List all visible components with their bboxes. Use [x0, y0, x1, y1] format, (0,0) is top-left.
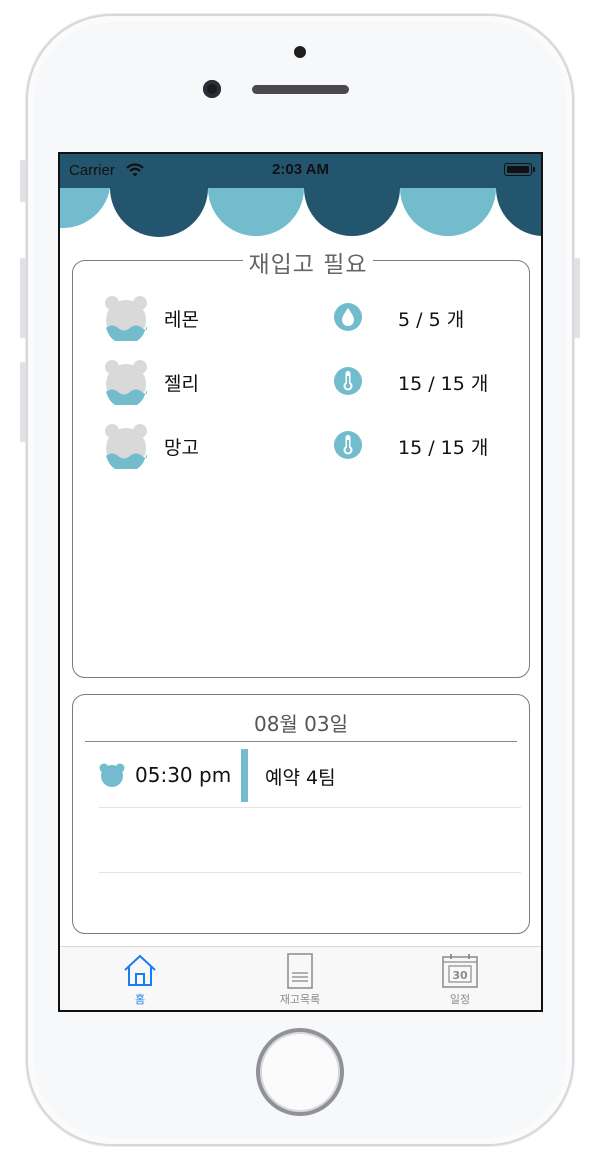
tab-label: 홈 [134, 993, 146, 1006]
thermometer-icon [334, 431, 362, 459]
restock-panel: 재입고 필요 레몬 5 / 5 개 젤리 15 / 15 개 망고 15 / 1… [72, 245, 530, 678]
item-count: 5 / 5 개 [398, 309, 465, 331]
schedule-accent-bar [241, 749, 248, 802]
schedule-date: 08월 03일 [253, 712, 349, 736]
restock-title: 재입고 필요 [243, 245, 373, 279]
item-count: 15 / 15 개 [398, 437, 489, 459]
tab-label: 재고목록 [279, 993, 321, 1006]
front-camera [203, 80, 221, 98]
empty-schedule-row [99, 808, 521, 873]
bear-icon [105, 424, 148, 469]
stock-item-row[interactable]: 망고 15 / 15 개 [73, 421, 529, 471]
app-screen: Carrier 2:03 AM 재입고 필요 레몬 5 / 5 개 젤리 15 … [58, 152, 543, 1012]
bear-icon [105, 296, 148, 341]
volume-down-button [20, 362, 26, 442]
schedule-time: 05:30 pm [135, 763, 232, 787]
stock-item-row[interactable]: 젤리 15 / 15 개 [73, 357, 529, 407]
tab-bar: 홈 재고목록 30 일정 [60, 946, 541, 1010]
item-name: 젤리 [164, 373, 199, 395]
schedule-panel: 08월 03일 05:30 pm 예약 4팀 [72, 694, 530, 934]
tab-schedule[interactable]: 30 일정 [380, 947, 540, 1009]
status-time: 2:03 AM [272, 161, 329, 178]
silent-switch [20, 160, 26, 202]
bear-icon [105, 360, 148, 405]
tab-stock-list[interactable]: 재고목록 [220, 947, 380, 1009]
tab-label: 일정 [449, 993, 471, 1006]
drop-icon [334, 303, 362, 331]
battery-icon [504, 163, 535, 176]
power-button [574, 258, 580, 338]
home-icon [124, 954, 156, 986]
calendar-icon-text: 30 [452, 969, 468, 982]
tab-home[interactable]: 홈 [60, 947, 220, 1009]
calendar-icon: 30 [442, 954, 478, 988]
thermometer-icon [334, 367, 362, 395]
schedule-row[interactable]: 05:30 pm 예약 4팀 [99, 743, 521, 808]
home-button[interactable] [256, 1028, 344, 1116]
item-count: 15 / 15 개 [398, 373, 489, 395]
divider [85, 741, 517, 742]
earpiece-speaker [252, 85, 349, 94]
volume-up-button [20, 258, 26, 338]
document-icon [287, 953, 313, 989]
status-bar: Carrier 2:03 AM [60, 154, 541, 188]
item-name: 망고 [164, 437, 199, 459]
proximity-sensor [294, 46, 306, 58]
item-name: 레몬 [164, 309, 199, 331]
awning-decoration [60, 188, 541, 238]
schedule-text: 예약 4팀 [265, 767, 336, 789]
bear-icon [99, 763, 125, 787]
stock-item-row[interactable]: 레몬 5 / 5 개 [73, 293, 529, 343]
